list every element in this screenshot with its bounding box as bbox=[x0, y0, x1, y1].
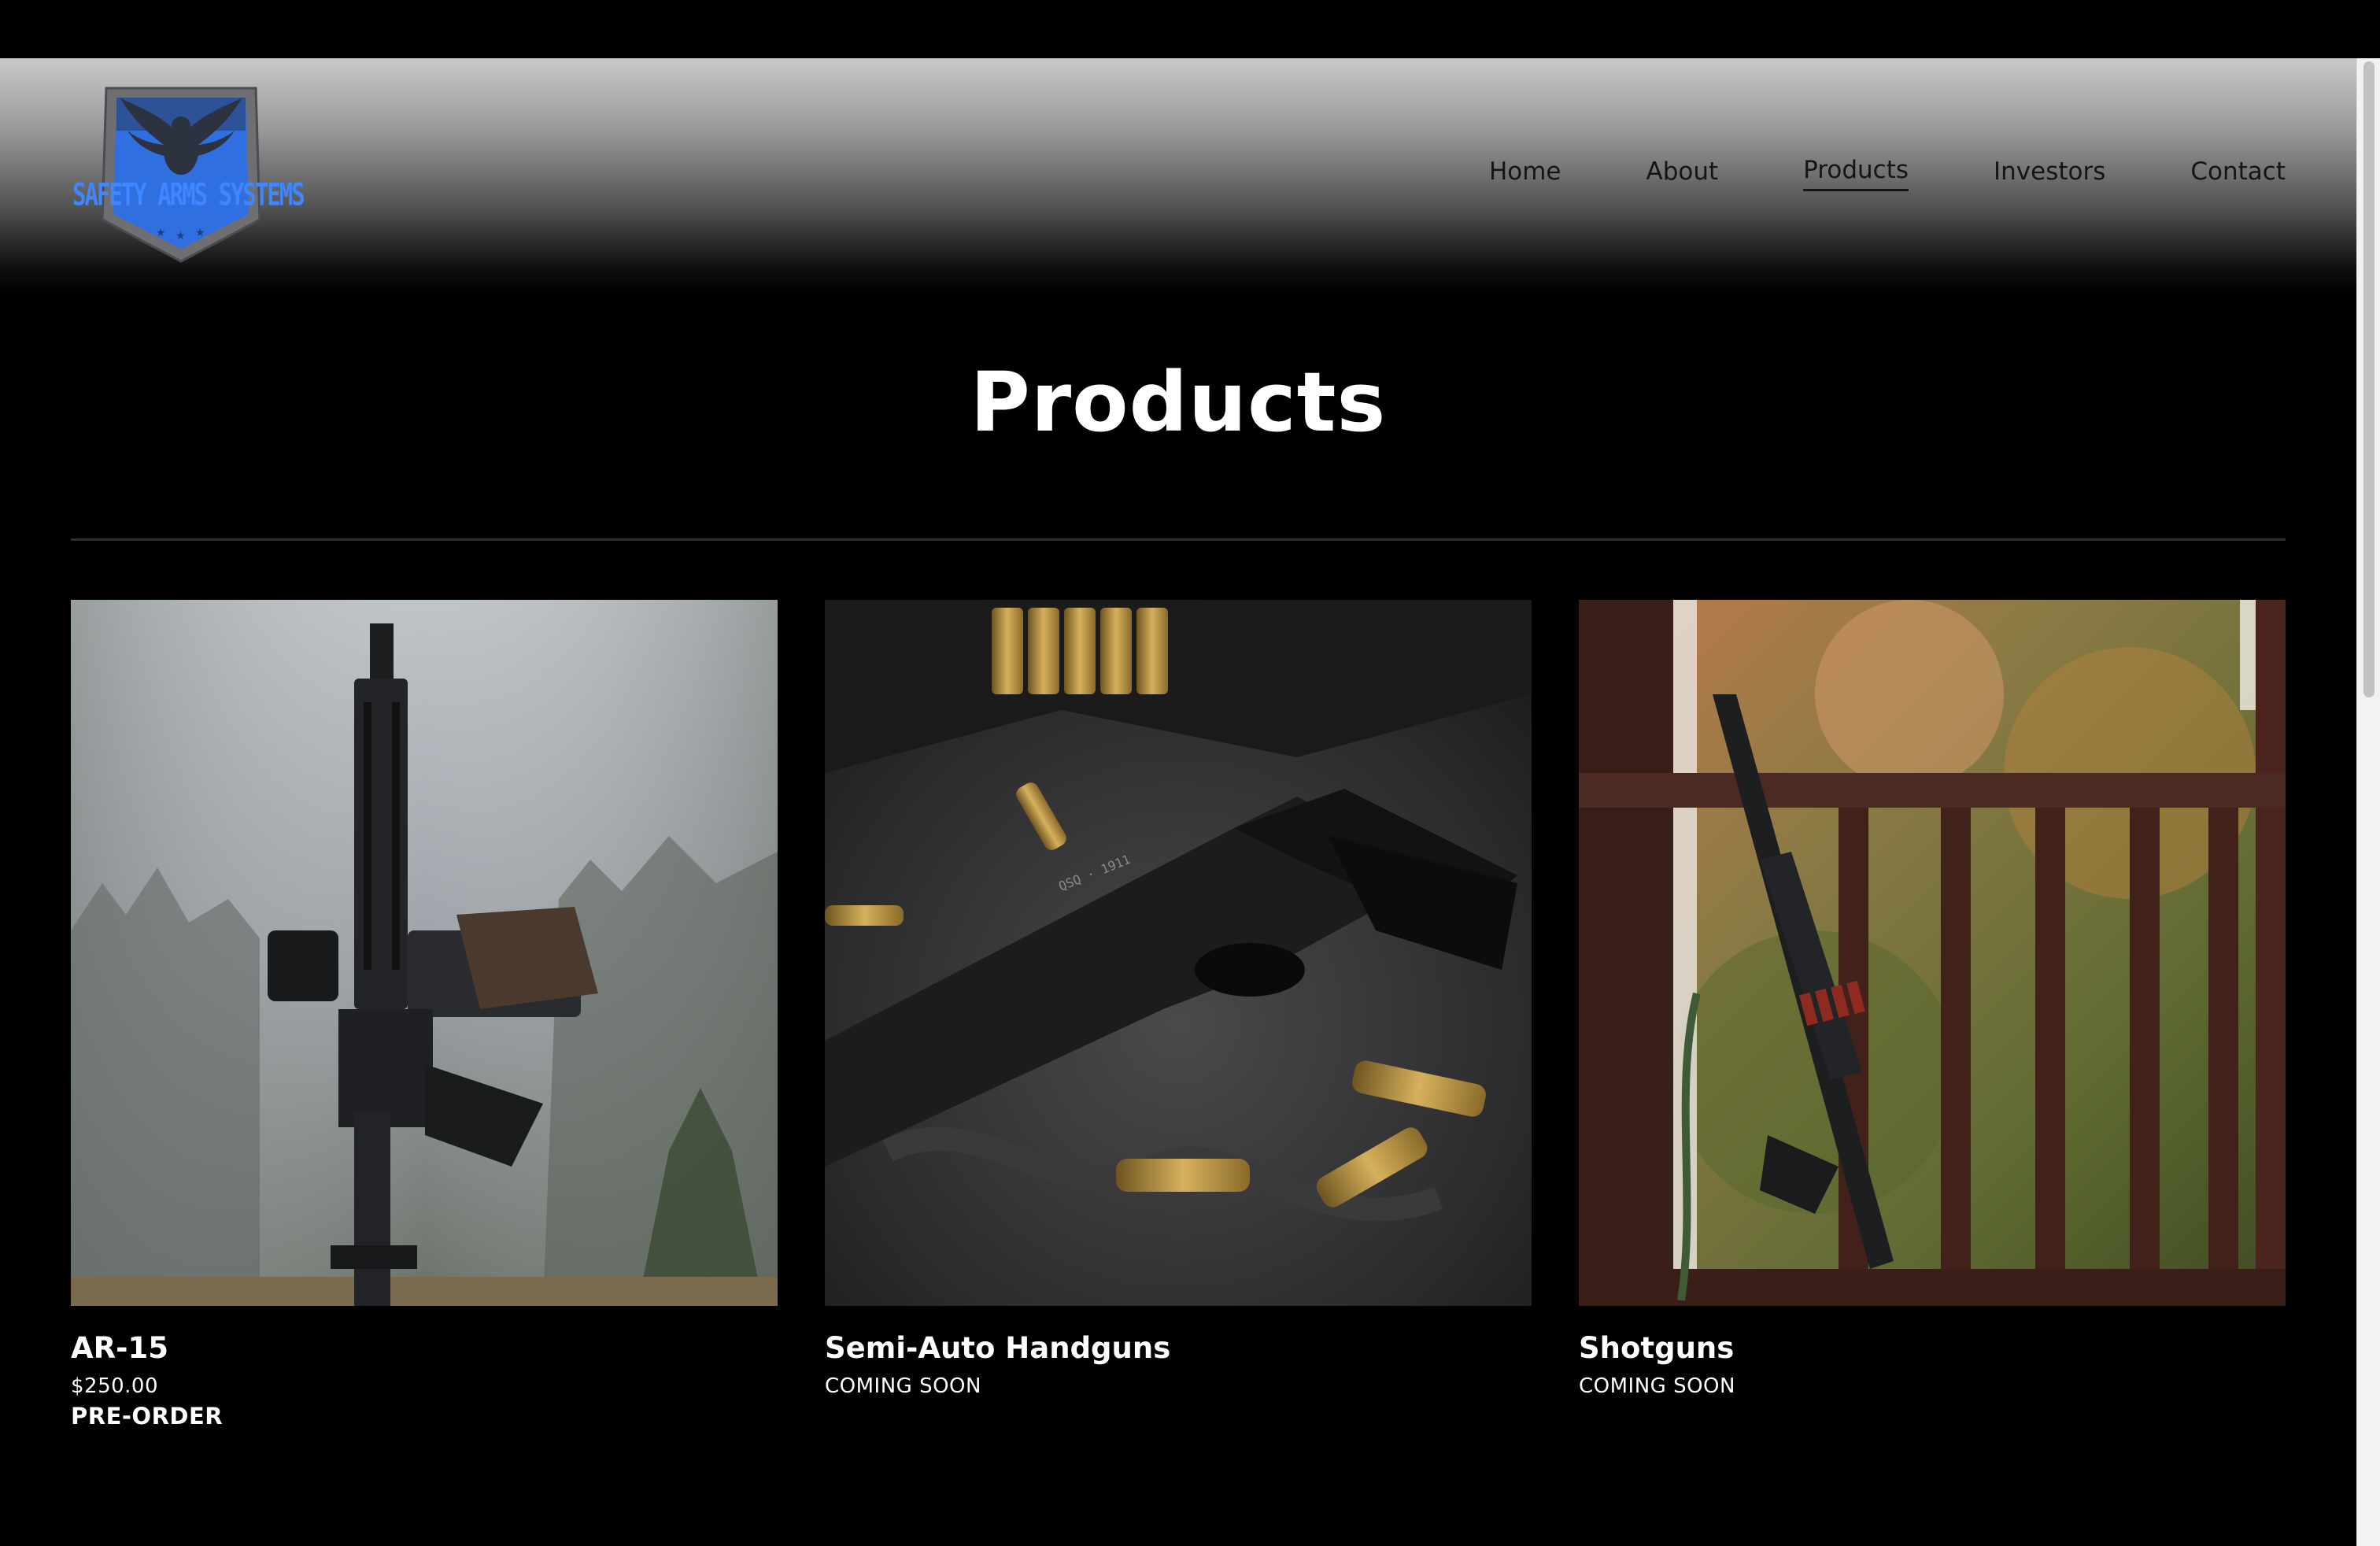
product-price: $250.00 bbox=[71, 1374, 159, 1398]
product-card-ar15[interactable]: AR-15 $250.00 PRE-ORDER bbox=[71, 600, 778, 1429]
site-header: ★ ★ ★ SAFETY ARMS SYSTEMS Home About Pro… bbox=[0, 58, 2356, 294]
brand-logo[interactable]: ★ ★ ★ bbox=[71, 82, 291, 263]
nav-about[interactable]: About bbox=[1646, 157, 1718, 190]
product-card-shotguns[interactable]: Shotguns COMING SOON bbox=[1579, 600, 2286, 1398]
product-name[interactable]: Semi-Auto Handguns bbox=[825, 1331, 1532, 1365]
product-name[interactable]: Shotguns bbox=[1579, 1331, 2286, 1365]
browser-top-bar bbox=[0, 0, 2380, 58]
svg-text:★: ★ bbox=[156, 227, 166, 239]
page-viewport: ★ ★ ★ SAFETY ARMS SYSTEMS Home About Pro… bbox=[0, 58, 2356, 1546]
product-card-handguns[interactable]: QSQ · 1911 Semi-Auto Handguns COMING SOO… bbox=[825, 600, 1532, 1398]
nav-investors[interactable]: Investors bbox=[1994, 157, 2105, 190]
product-status: COMING SOON bbox=[825, 1374, 981, 1398]
nav-contact[interactable]: Contact bbox=[2190, 157, 2286, 190]
scrollbar-thumb[interactable] bbox=[2363, 61, 2374, 697]
svg-text:★: ★ bbox=[176, 230, 186, 242]
ar15-rifle-image[interactable] bbox=[71, 600, 778, 1306]
nav-products[interactable]: Products bbox=[1803, 156, 1909, 191]
product-name[interactable]: AR-15 bbox=[71, 1331, 778, 1365]
product-status: COMING SOON bbox=[1579, 1374, 1735, 1398]
nav-home[interactable]: Home bbox=[1489, 157, 1561, 190]
main-nav: Home About Products Investors Contact bbox=[1489, 156, 2286, 191]
section-divider bbox=[71, 538, 2286, 541]
svg-text:★: ★ bbox=[195, 227, 205, 239]
page-title: Products bbox=[970, 354, 1387, 450]
preorder-button[interactable]: PRE-ORDER bbox=[71, 1403, 778, 1429]
shotgun-on-porch-image[interactable] bbox=[1579, 600, 2286, 1306]
pistol-with-ammo-image[interactable]: QSQ · 1911 bbox=[825, 600, 1532, 1306]
brand-logo-text: SAFETY ARMS SYSTEMS bbox=[72, 176, 305, 213]
vertical-scrollbar[interactable] bbox=[2356, 58, 2380, 1546]
